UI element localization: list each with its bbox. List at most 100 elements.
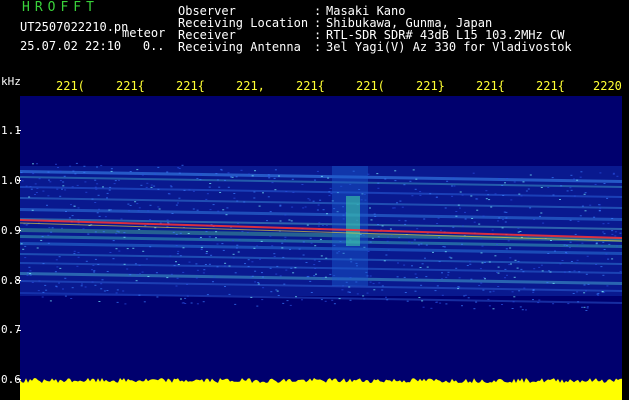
speckle-dot (49, 300, 52, 302)
speckle-dot (599, 172, 602, 174)
speckle-dot (166, 219, 169, 221)
speckle-dot (81, 283, 83, 285)
speckle-dot (225, 214, 228, 216)
speckle-dot (281, 242, 284, 244)
speckle-dot (488, 199, 491, 201)
speckle-dot (437, 217, 440, 219)
speckle-dot (224, 179, 226, 181)
time-tick-label: 221( (356, 79, 385, 93)
speckle-dot (232, 257, 235, 259)
speckle-dot (576, 291, 579, 293)
speckle-dot (134, 263, 137, 265)
speckle-dot (100, 288, 103, 290)
speckle-dot (504, 221, 507, 223)
speckle-dot (587, 283, 590, 285)
speckle-dot (404, 292, 407, 293)
speckle-dot (403, 184, 406, 186)
speckle-dot (577, 220, 580, 222)
speckle-dot (459, 191, 462, 193)
speckle-dot (100, 165, 103, 167)
speckle-dot (318, 222, 321, 224)
speckle-dot (420, 284, 423, 286)
speckle-dot (295, 296, 297, 298)
speckle-dot (547, 186, 550, 188)
speckle-dot (236, 244, 239, 246)
speckle-dot (48, 227, 51, 229)
speckle-dot (565, 251, 567, 253)
speckle-dot (480, 252, 483, 254)
speckle-dot (439, 229, 442, 231)
speckle-dot (301, 184, 304, 185)
speckle-dot (314, 179, 316, 181)
speckle-dot (44, 284, 47, 286)
speckle-dot (341, 289, 344, 291)
speckle-dot (488, 261, 491, 263)
speckle-dot (110, 168, 113, 170)
speckle-dot (199, 179, 202, 181)
speckle-dot (603, 233, 606, 235)
speckle-dot (601, 291, 604, 293)
speckle-dot (505, 211, 508, 213)
speckle-dot (175, 245, 178, 246)
speckle-dot (55, 259, 58, 261)
speckle-dot (115, 292, 118, 294)
speckle-dot (529, 174, 532, 176)
speckle-dot (199, 238, 201, 240)
speckle-dot (532, 299, 534, 301)
speckle-dot (55, 285, 58, 287)
speckle-dot (262, 287, 265, 289)
speckle-dot (607, 258, 610, 260)
speckle-dot (72, 170, 75, 172)
speckle-dot (69, 165, 72, 167)
speckle-dot (547, 253, 550, 254)
speckle-dot (281, 247, 284, 249)
speckle-dot (116, 301, 119, 303)
speckle-dot (398, 219, 401, 221)
speckle-dot (219, 192, 222, 193)
speckle-dot (434, 290, 437, 292)
speckle-dot (257, 282, 260, 283)
speckle-dot (322, 209, 325, 211)
speckle-dot (289, 304, 292, 306)
speckle-dot (473, 221, 476, 223)
speckle-dot (560, 185, 563, 187)
speckle-dot (64, 295, 67, 297)
speckle-dot (570, 174, 573, 176)
speckle-dot (504, 182, 506, 184)
speckle-dot (425, 244, 428, 246)
speckle-dot (170, 273, 173, 275)
speckle-dot (385, 296, 387, 298)
speckle-dot (205, 231, 208, 233)
speckle-dot (506, 274, 508, 276)
speckle-dot (533, 218, 536, 220)
speckle-dot (435, 301, 438, 303)
speckle-dot (26, 274, 29, 276)
speckle-dot (95, 188, 98, 190)
speckle-dot (516, 267, 519, 269)
speckle-dot (532, 289, 535, 290)
speckle-dot (451, 185, 453, 187)
speckle-dot (518, 193, 521, 195)
speckle-dot (283, 283, 286, 285)
speckle-dot (91, 198, 94, 200)
speckle-dot (269, 235, 272, 237)
speckle-dot (87, 233, 90, 235)
speckle-dot (208, 186, 211, 188)
speckle-dot (199, 236, 202, 238)
speckle-dot (112, 240, 115, 242)
speckle-dot (569, 241, 572, 243)
speckle-dot (170, 186, 173, 188)
speckle-dot (279, 220, 282, 222)
speckle-dot (257, 283, 260, 285)
speckle-dot (118, 250, 121, 252)
speckle-dot (21, 180, 24, 182)
speckle-dot (413, 239, 416, 241)
speckle-dot (527, 236, 530, 238)
speckle-dot (612, 173, 615, 175)
speckle-dot (169, 185, 172, 187)
speckle-dot (539, 215, 541, 217)
speckle-dot (73, 250, 76, 252)
speckle-dot (320, 175, 323, 177)
speckle-dot (64, 189, 67, 191)
speckle-dot (475, 301, 478, 303)
